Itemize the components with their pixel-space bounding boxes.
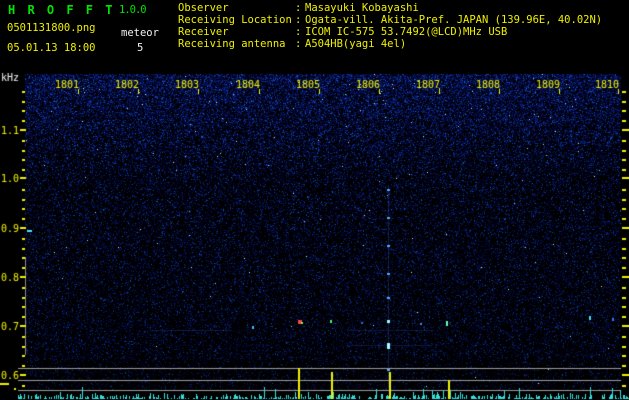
info-colon: :: [295, 38, 305, 50]
info-value: Ogata-vill. Akita-Pref. JAPAN (139.96E, …: [305, 14, 602, 26]
info-colon: :: [295, 2, 305, 14]
info-row-location: Receiving Location:Ogata-vill. Akita-Pre…: [178, 14, 602, 26]
info-value: ICOM IC-575 53.7492(@LCD)MHz USB: [305, 26, 507, 38]
meteor-count: 5: [137, 42, 143, 54]
info-label: Receiver: [178, 26, 295, 38]
info-label: Receiving Location: [178, 14, 295, 26]
app-version: 1.0.0: [119, 4, 146, 16]
station-info: Observer:Masayuki Kobayashi Receiving Lo…: [178, 2, 602, 50]
info-colon: :: [295, 26, 305, 38]
info-row-receiver: Receiver:ICOM IC-575 53.7492(@LCD)MHz US…: [178, 26, 602, 38]
app-title: H R O F F T: [8, 3, 115, 17]
info-label: Receiving antenna: [178, 38, 295, 50]
spectrogram-canvas: [0, 0, 629, 400]
mode-label: meteor: [121, 27, 159, 39]
info-row-observer: Observer:Masayuki Kobayashi: [178, 2, 602, 14]
info-value: A504HB(yagi 4el): [305, 38, 406, 50]
observation-datetime: 05.01.13 18:00: [7, 42, 96, 54]
info-value: Masayuki Kobayashi: [305, 2, 419, 14]
info-colon: :: [295, 14, 305, 26]
output-filename: 0501131800.png: [7, 22, 96, 34]
hrofft-screen: H R O F F T 1.0.0 0501131800.png meteor …: [0, 0, 629, 400]
info-row-antenna: Receiving antenna:A504HB(yagi 4el): [178, 38, 602, 50]
info-label: Observer: [178, 2, 295, 14]
